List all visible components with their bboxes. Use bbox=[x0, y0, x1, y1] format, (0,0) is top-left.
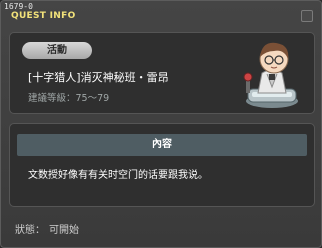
quest-summary-panel: 活動 [十字猎人]消灭神秘班・雷昂 建議等級：75～79 bbox=[9, 32, 315, 114]
close-button[interactable] bbox=[301, 10, 313, 22]
quest-info-window: 1679-0 QUEST INFO 活動 [十字猎人]消灭神秘班・雷昂 建議等級… bbox=[0, 0, 322, 248]
quest-category-badge: 活動 bbox=[22, 42, 92, 59]
level-range: 75～79 bbox=[75, 93, 110, 104]
quest-content-panel: 內容 文数授好像有有关时空门的话要跟我说。 bbox=[9, 123, 315, 207]
quest-name: [十字猎人]消灭神秘班・雷昂 bbox=[28, 71, 169, 84]
quest-status: 狀態： 可開始 bbox=[15, 221, 83, 236]
level-label: 建議等級： bbox=[28, 93, 76, 104]
window-title: QUEST INFO bbox=[11, 11, 76, 21]
status-value: 可開始 bbox=[49, 225, 79, 236]
quest-description: 文数授好像有有关时空门的话要跟我说。 bbox=[28, 170, 208, 181]
content-header: 內容 bbox=[17, 134, 307, 156]
quest-id-label: 1679-0 bbox=[4, 2, 33, 11]
recommended-level: 建議等級：75～79 bbox=[28, 90, 109, 104]
npc-portrait-icon bbox=[243, 42, 298, 108]
status-label: 狀態： bbox=[15, 225, 45, 236]
